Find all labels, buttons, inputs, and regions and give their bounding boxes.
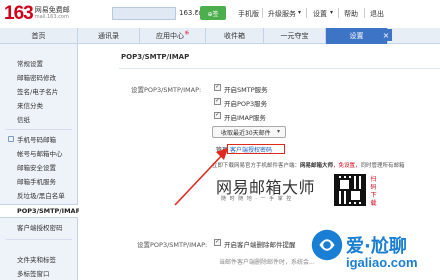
sidebar: 常规设置 邮箱密码修改 签名/电子名片 来信分类 信纸 手机号码邮箱 帐号与邮箱…: [0, 44, 80, 280]
sidebar-item-account-center[interactable]: 帐号与邮箱中心: [0, 146, 78, 160]
sidebar-item-phone-mail[interactable]: 手机号码邮箱: [0, 132, 78, 146]
notice-app-name[interactable]: 网易邮箱大师: [300, 163, 333, 169]
logo-number: 163: [4, 3, 34, 24]
page-title: POP3/SMTP/IMAP: [121, 53, 190, 61]
nav-mobile[interactable]: 手机版: [238, 9, 259, 19]
account-name-box[interactable]: [112, 7, 176, 20]
sidebar-item-folders[interactable]: 文件夹和标签: [0, 252, 78, 266]
tab-label: 应用中心: [156, 32, 184, 40]
promo-subtitle: 随 时 随 地 · 一 手 掌 控: [221, 196, 293, 202]
pop3-label: 开启POP3服务: [224, 100, 268, 108]
tab-app-center[interactable]: 应用中心新: [140, 28, 206, 44]
sidebar-item-password[interactable]: 邮箱密码修改: [0, 70, 78, 84]
divider: [262, 8, 263, 18]
tab-label: 设置: [349, 32, 364, 40]
tab-settings[interactable]: 设置: [326, 28, 388, 44]
sidebar-item-security[interactable]: 邮箱安全设置: [0, 160, 78, 174]
tab-label: 首页: [31, 32, 46, 40]
sidebar-item-antispam[interactable]: 反垃圾/黑白名单: [0, 188, 78, 202]
smtp-label: 开启SMTP服务: [224, 86, 268, 94]
chevron-down-icon[interactable]: ▾: [298, 9, 301, 16]
tab-label: 一元夺宝: [280, 32, 309, 40]
tab-bar: 首页 通讯录 应用中心新 收件箱 一元夺宝 设置: [0, 28, 440, 44]
sidebar-item-label: 手机号码邮箱: [17, 136, 56, 144]
logo[interactable]: 163 网易免费邮 mail.163.com: [4, 2, 70, 26]
sidebar-item-multitab[interactable]: 多标签窗口: [0, 266, 78, 280]
nav-logout[interactable]: 退出: [370, 9, 384, 19]
settings-row-label: 设置POP3/SMTP/IMAP:: [131, 86, 202, 94]
imap-checkbox[interactable]: [214, 111, 221, 119]
client-auth-password-link[interactable]: 客户端授权密码: [230, 145, 272, 154]
download-notice: 立即下载网易官方手机邮件客户端：网易邮箱大师，免设置，同时管理所有邮箱: [212, 161, 405, 169]
chevron-down-icon[interactable]: ▾: [195, 8, 198, 15]
delete-reminder-label: 开启客户端删除邮件提醒: [224, 241, 296, 249]
divider: [6, 239, 72, 240]
notice-free: ，免设置，: [333, 163, 361, 169]
tab-contacts[interactable]: 通讯录: [78, 28, 140, 44]
scan-download-label: 扫码下载: [370, 176, 377, 208]
phone-icon: [8, 136, 14, 142]
notice-prefix: 立即下载网易官方手机邮件客户端：: [212, 163, 301, 169]
smtp-checkbox[interactable]: [214, 83, 221, 91]
sidebar-item-general[interactable]: 常规设置: [0, 56, 78, 70]
sidebar-item-stationery[interactable]: 信纸: [0, 112, 78, 126]
divider: [364, 8, 365, 18]
divider: [306, 8, 307, 18]
tab-home[interactable]: 首页: [0, 28, 78, 44]
notice-suffix: 同时管理所有邮箱: [360, 163, 405, 169]
imap-label: 开启IMAP服务: [224, 114, 266, 122]
close-tab-icon[interactable]: ×: [380, 29, 392, 41]
qr-code-icon: [334, 174, 366, 206]
watermark-url: igaliao.com: [346, 255, 418, 270]
sign-in-button[interactable]: ⊕签: [200, 6, 226, 20]
tab-label: 通讯录: [98, 32, 119, 40]
tab-inbox[interactable]: 收件箱: [206, 28, 264, 44]
select-value: 收取最近30天邮件: [221, 129, 271, 137]
sidebar-item-pop3[interactable]: POP3/SMTP/IMAP: [0, 204, 80, 218]
new-badge: 新: [185, 30, 189, 35]
chevron-down-icon[interactable]: ▾: [330, 9, 333, 16]
nav-help[interactable]: 帮助: [344, 9, 358, 19]
sidebar-item-filters[interactable]: 来信分类: [0, 98, 78, 112]
divider: [119, 68, 440, 69]
settings-row-label-2: 设置POP3/SMTP/IMAP:: [137, 241, 208, 249]
sidebar-item-client-auth[interactable]: 客户端授权密码: [0, 220, 78, 234]
nav-settings[interactable]: 设置: [313, 9, 327, 19]
logo-line2: mail.163.com: [34, 14, 69, 21]
top-bar: 163 网易免费邮 mail.163.com 163.com ▾ ⊕签 手机版 …: [0, 0, 440, 28]
sidebar-item-mobile-service[interactable]: 邮箱手机服务: [0, 174, 78, 188]
watermark-logo-icon: [311, 229, 343, 261]
tab-label: 收件箱: [224, 32, 245, 40]
fetch-range-select[interactable]: 收取最近30天邮件 ▾: [212, 126, 286, 138]
chevron-down-icon: ▾: [276, 128, 280, 135]
logo-text: 网易免费邮 mail.163.com: [35, 7, 70, 20]
delete-reminder-checkbox[interactable]: [214, 238, 221, 246]
delete-reminder-note: 当邮件客户端删除邮件时，系统会...: [219, 259, 315, 266]
divider: [6, 129, 72, 130]
divider: [338, 8, 339, 18]
sidebar-item-signature[interactable]: 签名/电子名片: [0, 84, 78, 98]
tab-duobao[interactable]: 一元夺宝: [264, 28, 326, 44]
nav-upgrade[interactable]: 升级服务: [268, 9, 296, 19]
pop3-checkbox[interactable]: [214, 97, 221, 105]
